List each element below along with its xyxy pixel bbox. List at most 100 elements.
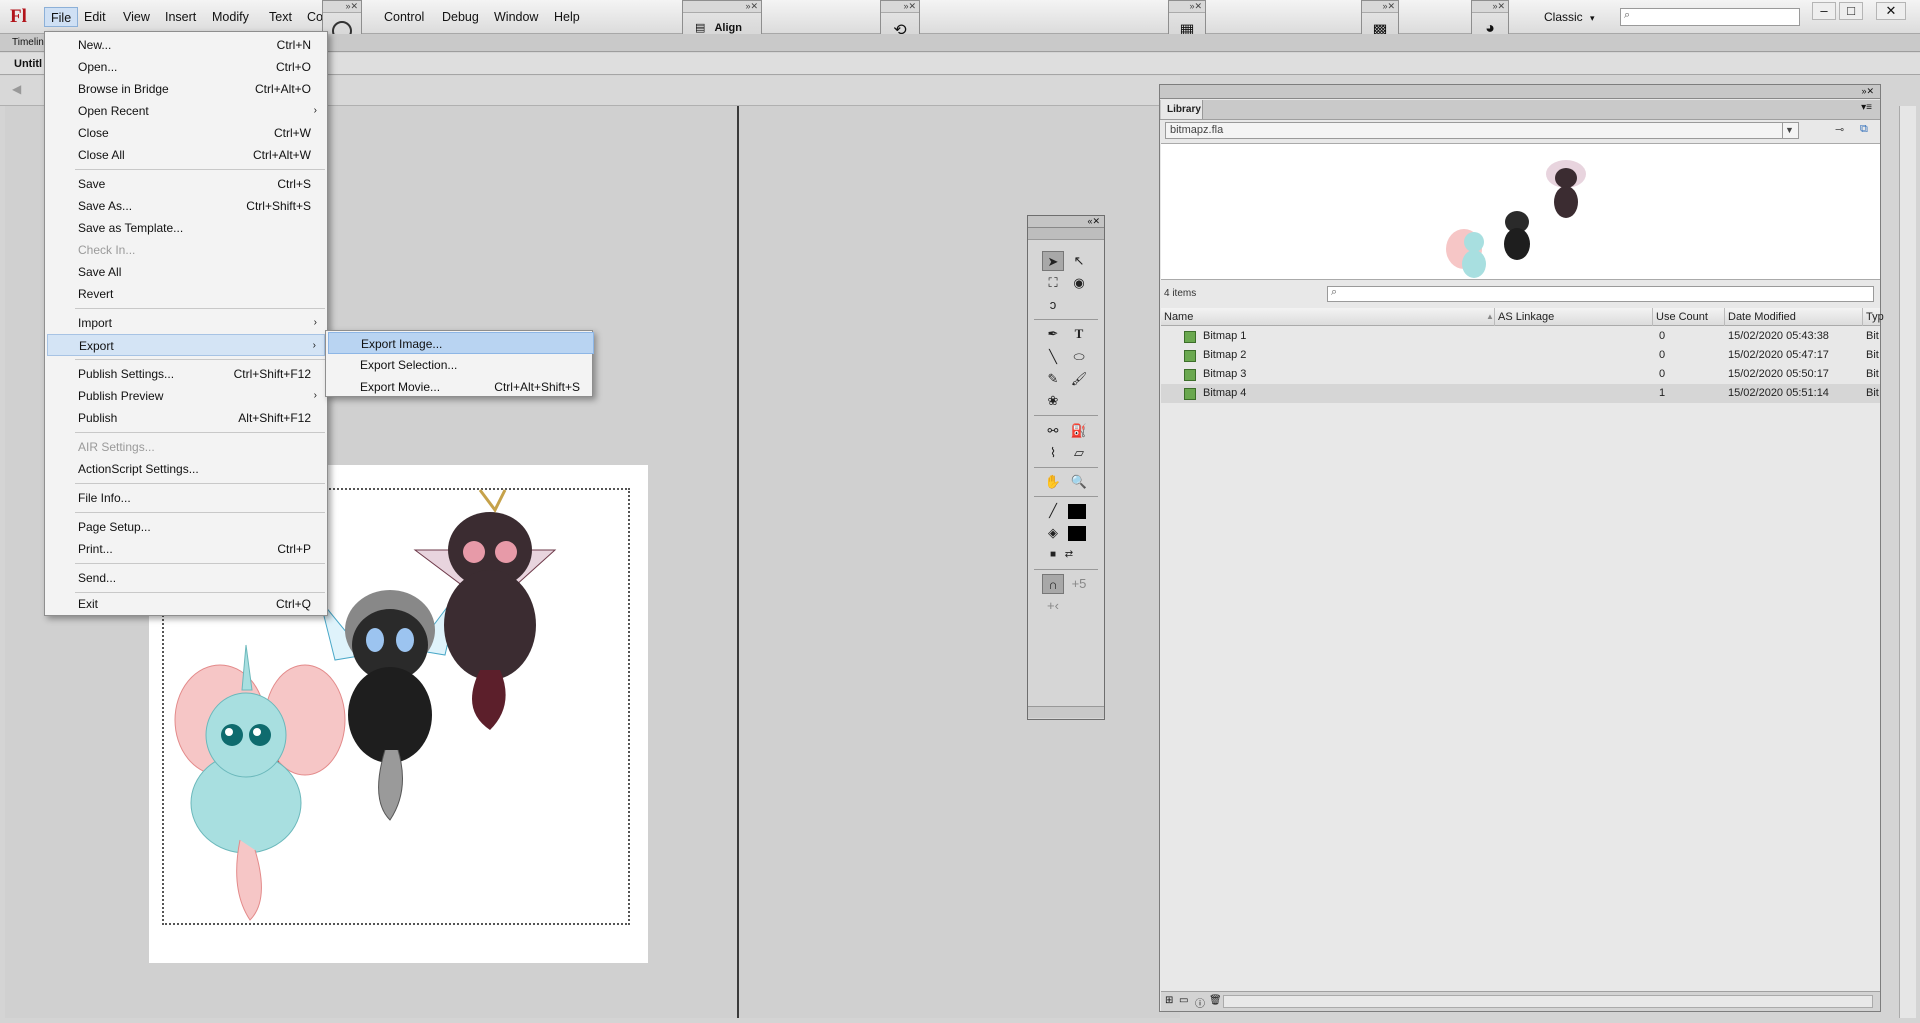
text-tool-icon[interactable]: T <box>1068 324 1090 344</box>
menu-text[interactable]: Text <box>263 7 298 27</box>
col-date-modified[interactable]: Date Modified <box>1724 308 1862 326</box>
menu-item-export-movie[interactable]: Export Movie... Ctrl+Alt+Shift+S <box>328 376 594 398</box>
new-symbol-icon[interactable]: ⊞ <box>1165 995 1173 1006</box>
menu-item-publish[interactable]: Publish Alt+Shift+F12 <box>47 407 325 429</box>
horizontal-scrollbar[interactable] <box>1223 995 1873 1008</box>
vertical-scrollbar[interactable] <box>1899 106 1916 1018</box>
tab-library[interactable]: Library <box>1161 100 1203 119</box>
menu-view[interactable]: View <box>117 7 156 27</box>
menu-item-new[interactable]: New... Ctrl+N <box>47 34 325 56</box>
menu-window[interactable]: Window <box>488 7 544 27</box>
panel-controls[interactable]: »✕ <box>1472 1 1508 13</box>
document-tab[interactable]: Untitl <box>14 58 42 70</box>
menu-modify[interactable]: Modify <box>206 7 255 27</box>
library-search-input[interactable]: ⌕ <box>1327 286 1874 302</box>
menu-item-open-recent[interactable]: Open Recent › <box>47 100 325 122</box>
menu-item-export[interactable]: Export › <box>47 334 325 356</box>
menu-item-page-setup[interactable]: Page Setup... <box>47 516 325 538</box>
tools-panel-header[interactable]: «✕ <box>1028 216 1104 228</box>
menu-item-save-as-template[interactable]: Save as Template... <box>47 217 325 239</box>
menu-item-browse-in-bridge[interactable]: Browse in Bridge Ctrl+Alt+O <box>47 78 325 100</box>
library-panel-header[interactable]: »✕ <box>1160 85 1880 99</box>
panel-controls[interactable]: »✕ <box>683 1 761 13</box>
menu-control[interactable]: Control <box>378 7 430 27</box>
stroke-color-icon[interactable]: ╱ <box>1042 501 1064 521</box>
col-name[interactable]: Name <box>1161 308 1494 326</box>
free-transform-tool-icon[interactable]: ⛶ <box>1042 273 1064 293</box>
minimize-button[interactable]: – <box>1812 2 1836 20</box>
deco-tool-icon[interactable]: ❀ <box>1042 391 1064 411</box>
eraser-tool-icon[interactable]: ▱ <box>1068 443 1090 463</box>
help-search-input[interactable]: ⌕ <box>1620 8 1800 26</box>
menu-item-export-selection[interactable]: Export Selection... <box>328 354 594 376</box>
library-document-select[interactable]: bitmapz.fla ▼ <box>1165 122 1799 139</box>
menu-item-close-all[interactable]: Close All Ctrl+Alt+W <box>47 144 325 166</box>
new-folder-icon[interactable]: ▭ <box>1179 995 1188 1006</box>
brush-tool-icon[interactable]: 🖌 <box>1068 369 1090 389</box>
menu-item-close[interactable]: Close Ctrl+W <box>47 122 325 144</box>
back-arrow-icon[interactable]: ◀ <box>12 82 21 96</box>
col-type[interactable]: Typ <box>1862 308 1884 326</box>
paint-bucket-tool-icon[interactable]: ⛽ <box>1068 421 1090 441</box>
menu-item-import[interactable]: Import › <box>47 312 325 334</box>
library-row[interactable]: Bitmap 1 0 15/02/2020 05:43:38 Bit <box>1161 327 1880 346</box>
menu-item-send[interactable]: Send... <box>47 567 325 589</box>
close-window-button[interactable]: ✕ <box>1876 2 1906 20</box>
hand-tool-icon[interactable]: ✋ <box>1042 472 1064 492</box>
fill-color-swatch[interactable] <box>1068 526 1086 541</box>
tools-panel-grip[interactable] <box>1028 228 1104 240</box>
menu-item-save-as[interactable]: Save As... Ctrl+Shift+S <box>47 195 325 217</box>
pin-library-icon[interactable]: ⊸ <box>1835 123 1844 136</box>
menu-item-publish-preview[interactable]: Publish Preview › <box>47 385 325 407</box>
menu-edit[interactable]: Edit <box>78 7 112 27</box>
pencil-tool-icon[interactable]: ✎ <box>1042 369 1064 389</box>
col-as-linkage[interactable]: AS Linkage <box>1494 308 1652 326</box>
menu-item-open[interactable]: Open... Ctrl+O <box>47 56 325 78</box>
smooth-icon[interactable]: +5 <box>1068 574 1090 594</box>
subselection-tool-icon[interactable]: ↖ <box>1068 251 1090 271</box>
menu-file[interactable]: File <box>44 7 79 27</box>
menu-item-exit[interactable]: Exit Ctrl+Q <box>47 593 325 615</box>
fill-color-icon[interactable]: ◈ <box>1042 523 1064 543</box>
stroke-color-swatch[interactable] <box>1068 504 1086 519</box>
col-use-count[interactable]: Use Count <box>1652 308 1724 326</box>
snap-to-objects-icon[interactable]: ∩ <box>1042 574 1064 594</box>
eyedropper-tool-icon[interactable]: ⌇ <box>1042 443 1064 463</box>
swap-colors-icon[interactable]: ⇄ <box>1058 545 1080 565</box>
tab-timeline[interactable]: Timelin <box>12 37 44 48</box>
maximize-button[interactable]: □ <box>1839 2 1863 20</box>
workspace-switcher[interactable]: Classic ▾ <box>1538 7 1601 27</box>
menu-item-file-info[interactable]: File Info... <box>47 487 325 509</box>
menu-item-actionscript-settings[interactable]: ActionScript Settings... <box>47 458 325 480</box>
menu-item-publish-settings[interactable]: Publish Settings... Ctrl+Shift+F12 <box>47 363 325 385</box>
menu-help[interactable]: Help <box>548 7 586 27</box>
new-library-panel-icon[interactable]: ⧉ <box>1860 123 1868 136</box>
lasso-tool-icon[interactable]: ↄ <box>1042 295 1064 315</box>
menu-item-save-all[interactable]: Save All <box>47 261 325 283</box>
library-row-selected[interactable]: Bitmap 4 1 15/02/2020 05:51:14 Bit <box>1161 384 1880 403</box>
menu-insert[interactable]: Insert <box>159 7 202 27</box>
selection-tool-icon[interactable]: ➤ <box>1042 251 1064 271</box>
panel-controls[interactable]: »✕ <box>1169 1 1205 13</box>
zoom-tool-icon[interactable]: 🔍 <box>1068 472 1090 492</box>
menu-item-print[interactable]: Print... Ctrl+P <box>47 538 325 560</box>
line-tool-icon[interactable]: ╲ <box>1042 347 1064 367</box>
library-row[interactable]: Bitmap 2 0 15/02/2020 05:47:17 Bit <box>1161 346 1880 365</box>
panel-controls[interactable]: »✕ <box>323 1 361 13</box>
menu-item-save[interactable]: Save Ctrl+S <box>47 173 325 195</box>
panel-controls[interactable]: »✕ <box>881 1 919 13</box>
straighten-icon[interactable]: +‹ <box>1042 596 1064 616</box>
3d-rotation-tool-icon[interactable]: ◉ <box>1068 273 1090 293</box>
pen-tool-icon[interactable]: ✒ <box>1042 324 1064 344</box>
menu-item-export-image[interactable]: Export Image... <box>328 332 594 354</box>
panel-controls[interactable]: »✕ <box>1362 1 1398 13</box>
properties-icon[interactable]: ⓘ <box>1195 995 1205 1010</box>
panel-menu-icon[interactable]: ▾≡ <box>1861 102 1872 113</box>
tools-panel-resize-grip[interactable] <box>1028 706 1104 718</box>
delete-icon[interactable]: 🗑 <box>1209 995 1222 1006</box>
bone-tool-icon[interactable]: ⚯ <box>1042 421 1064 441</box>
library-row[interactable]: Bitmap 3 0 15/02/2020 05:50:17 Bit <box>1161 365 1880 384</box>
menu-debug[interactable]: Debug <box>436 7 485 27</box>
menu-item-revert[interactable]: Revert <box>47 283 325 305</box>
oval-tool-icon[interactable]: ⬭ <box>1068 347 1090 367</box>
